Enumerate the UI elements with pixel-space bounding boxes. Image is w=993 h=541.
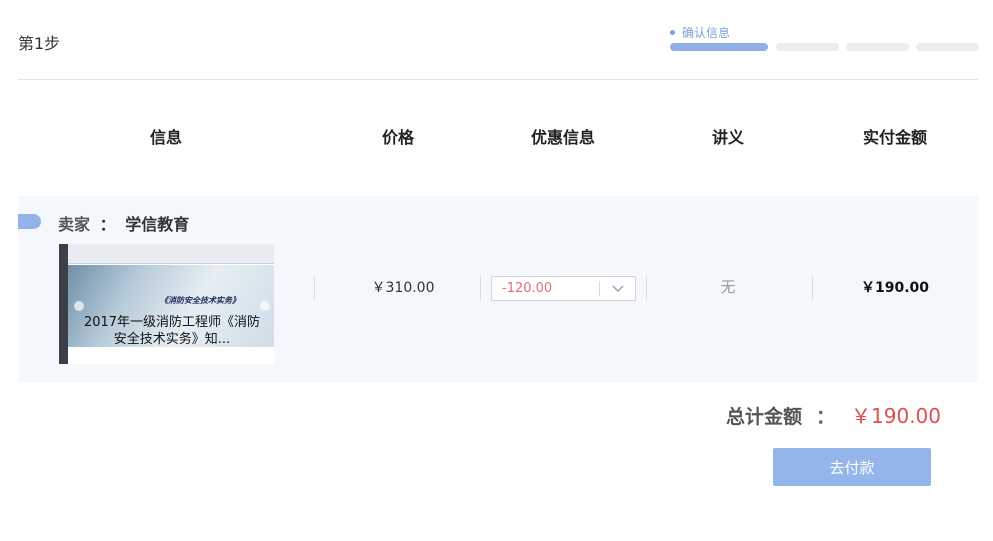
progress-indicator: 确认信息 bbox=[670, 22, 979, 52]
column-divider bbox=[314, 276, 315, 300]
course-title[interactable]: 2017年一级消防工程师《消防安全技术实务》知... bbox=[70, 314, 274, 348]
progress-current-label: 确认信息 bbox=[682, 26, 731, 40]
chevron-down-icon[interactable] bbox=[600, 277, 635, 300]
seller-tag-icon bbox=[18, 214, 41, 229]
column-header-actual-paid: 实付金额 bbox=[862, 128, 927, 147]
seller-separator: ： bbox=[99, 215, 116, 234]
column-header-price: 价格 bbox=[381, 128, 414, 147]
progress-current-step: 确认信息 bbox=[670, 24, 730, 41]
pay-button[interactable]: 去付款 bbox=[773, 448, 931, 486]
discount-value: -120.00 bbox=[502, 281, 553, 296]
thumbnail-slide-title: 《消防安全技术实务》 bbox=[160, 296, 240, 305]
seller-info: 卖家 ： 学信教育 bbox=[58, 211, 189, 235]
thumbnail-topbar bbox=[68, 244, 274, 264]
item-price: ￥310.00 bbox=[371, 280, 435, 296]
column-divider bbox=[480, 276, 481, 300]
column-divider bbox=[812, 276, 813, 300]
thumbnail-bottom bbox=[68, 347, 274, 364]
step-title: 第1步 bbox=[18, 34, 61, 53]
column-header-discount: 优惠信息 bbox=[530, 128, 595, 147]
discount-select[interactable]: -120.00 bbox=[491, 276, 636, 301]
column-divider bbox=[646, 276, 647, 300]
table-header: 信息 价格 优惠信息 讲义 实付金额 bbox=[18, 124, 978, 154]
course-thumbnail[interactable]: 《消防安全技术实务》 2017年一级消防工程师《消防安全技术实务》知... bbox=[59, 244, 274, 364]
progress-segment-4 bbox=[916, 43, 979, 51]
column-header-info: 信息 bbox=[149, 128, 182, 147]
total-label: 总计金额 bbox=[726, 406, 803, 428]
order-total: 总计金额 ： ￥190.00 bbox=[726, 400, 941, 429]
thumbnail-next-icon bbox=[260, 301, 270, 311]
seller-label: 卖家 bbox=[58, 215, 91, 234]
thumbnail-prev-icon bbox=[74, 301, 84, 311]
progress-segment-2 bbox=[776, 43, 839, 51]
total-amount: ￥190.00 bbox=[851, 404, 942, 428]
total-separator: ： bbox=[816, 406, 836, 428]
seller-name: 学信教育 bbox=[125, 215, 190, 234]
column-header-handout: 讲义 bbox=[711, 128, 744, 147]
handout-value: 无 bbox=[720, 278, 736, 296]
thumbnail-toolbar bbox=[59, 244, 68, 364]
actual-paid-amount: ￥190.00 bbox=[860, 280, 930, 296]
progress-segment-3 bbox=[846, 43, 909, 51]
header-divider bbox=[18, 79, 978, 80]
progress-segment-1 bbox=[670, 43, 768, 51]
order-item-panel: 卖家 ： 学信教育 《消防安全技术实务》 2017年一级消防工程师《消防安全技术… bbox=[18, 196, 978, 382]
progress-dot-icon bbox=[670, 30, 675, 35]
